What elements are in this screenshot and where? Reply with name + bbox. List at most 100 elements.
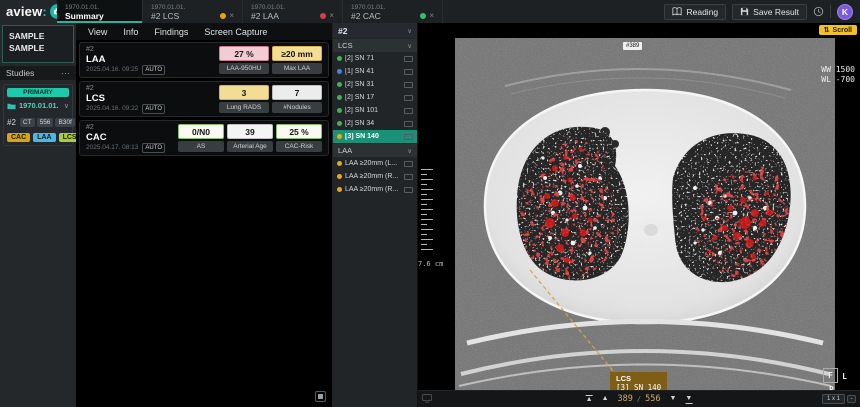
cac-card[interactable]: #2 CAC 2025.04.17. 08:13 AUTO 0/N0 AS 39… xyxy=(79,120,329,156)
ct-viewer[interactable]: #389 ⇅ Scroll WW 1500 WL -700 7.6 cm LCS… xyxy=(418,23,860,407)
close-icon[interactable]: × xyxy=(329,12,334,20)
finding-item[interactable]: LAA ≥20mm (L... xyxy=(333,157,417,170)
scroll-mode-button[interactable]: ⇅ Scroll xyxy=(818,25,857,35)
tag-cac[interactable]: CAC xyxy=(7,133,31,142)
item-badge-icon xyxy=(404,120,413,127)
card-date: 2025.04.16. 09:25 xyxy=(86,66,139,73)
user-avatar[interactable]: K xyxy=(837,3,853,20)
book-icon xyxy=(672,7,683,16)
summary-menu: View Info Findings Screen Capture xyxy=(76,23,332,40)
laa-card[interactable]: #2 LAA 2025.04.16. 09:25 AUTO 27 % LAA-9… xyxy=(79,42,329,78)
slice-navigation: ▲ ▲ 389 / 556 ▼ ▼ xyxy=(585,394,693,404)
card-title: CAC xyxy=(86,131,107,143)
group-lcs[interactable]: LCS ∨ xyxy=(333,39,417,52)
save-icon xyxy=(741,7,749,16)
tab-cac[interactable]: 1970.01.01. #2 CAC × xyxy=(343,0,443,23)
slice-count-badge: 556 xyxy=(36,118,54,127)
finding-item[interactable]: [2] SN 34 xyxy=(333,117,417,130)
save-result-button[interactable]: Save Result xyxy=(732,3,807,20)
grid-layout-dropdown[interactable]: - xyxy=(847,395,856,403)
nodule-dot xyxy=(337,82,342,87)
item-badge-icon xyxy=(404,68,413,75)
item-badge-icon xyxy=(404,55,413,62)
metric-label: AS xyxy=(178,141,224,152)
grid-layout-button[interactable]: 1 x 1 xyxy=(821,394,845,404)
display-icon[interactable] xyxy=(422,390,432,407)
nodule-dot xyxy=(337,56,342,61)
card-date: 2025.04.16. 09:22 xyxy=(86,105,139,112)
finding-item[interactable]: LAA ≥20mm (R... xyxy=(333,183,417,196)
topbar-actions: Reading Save Result K xyxy=(664,0,860,23)
card-title: LCS xyxy=(86,92,105,104)
history-icon[interactable] xyxy=(813,6,824,17)
app-logo: aview: xyxy=(0,0,65,23)
finding-item[interactable]: [2] SN 101 xyxy=(333,104,417,117)
ct-axial-image[interactable] xyxy=(455,38,835,390)
finding-item[interactable]: [2] SN 71 xyxy=(333,52,417,65)
metric-label: Max LAA xyxy=(272,63,322,74)
window-level-readout: WW 1500 WL -700 xyxy=(821,65,855,85)
tab-lcs[interactable]: 1970.01.01. #2 LCS × xyxy=(143,0,243,23)
lcs-card[interactable]: #2 LCS 2025.04.16. 09:22 AUTO 3 Lung RAD… xyxy=(79,81,329,117)
status-dot xyxy=(320,13,327,19)
finding-item[interactable]: [2] SN 17 xyxy=(333,91,417,104)
finding-item[interactable]: [1] SN 41 xyxy=(333,65,417,78)
reading-button[interactable]: Reading xyxy=(664,3,727,20)
chevron-down-icon: ∨ xyxy=(407,27,412,35)
metric-value: 25 % xyxy=(276,124,322,139)
metric-label: Arterial Age xyxy=(227,141,273,152)
orientation-front: F xyxy=(828,371,833,380)
divider xyxy=(830,5,831,18)
close-icon[interactable]: × xyxy=(429,12,434,20)
last-slice-button[interactable]: ▼ xyxy=(685,395,693,404)
chevron-down-icon: ∨ xyxy=(407,42,412,50)
window-width: WW 1500 xyxy=(821,65,855,74)
card-series: #2 xyxy=(86,123,94,131)
item-badge-icon xyxy=(404,173,413,180)
study-row[interactable]: 1970.01.01. ∨ xyxy=(7,101,69,110)
first-slice-button[interactable]: ▲ xyxy=(585,394,593,404)
next-slice-button[interactable]: ▼ xyxy=(669,395,676,403)
series-row[interactable]: #2 CT 556 B30f xyxy=(7,118,75,127)
nodule-dot xyxy=(337,121,342,126)
result-cards: #2 LAA 2025.04.16. 09:25 AUTO 27 % LAA-9… xyxy=(76,40,332,161)
series-selector[interactable]: #2 ∨ xyxy=(333,23,417,38)
tab-laa[interactable]: 1970.01.01. #2 LAA × xyxy=(243,0,343,23)
nodule-dot xyxy=(337,134,342,139)
item-badge-icon xyxy=(404,81,413,88)
laa-dot xyxy=(337,187,342,192)
menu-screen-capture[interactable]: Screen Capture xyxy=(204,27,267,37)
scale-ruler xyxy=(421,169,433,254)
tab-summary[interactable]: 1970.01.01. Summary xyxy=(57,0,143,23)
finding-item[interactable]: LAA ≥20mm (R... xyxy=(333,170,417,183)
studies-header: Studies ⋯ xyxy=(0,66,76,80)
metric: 7 #Nodules xyxy=(272,85,322,113)
total-slices: 556 xyxy=(645,394,661,404)
card-series: #2 xyxy=(86,84,94,92)
item-badge-icon xyxy=(404,186,413,193)
item-badge-icon xyxy=(404,94,413,101)
card-date: 2025.04.17. 08:13 xyxy=(86,144,139,151)
chevron-down-icon: ∨ xyxy=(407,147,412,155)
menu-findings[interactable]: Findings xyxy=(154,27,188,37)
top-bar: aview: 1970.01.01. Summary 1970.01.01. #… xyxy=(0,0,860,23)
finding-item-selected[interactable]: [3] SN 140 xyxy=(333,130,417,143)
close-icon[interactable]: × xyxy=(229,12,234,20)
chevron-down-icon[interactable]: ∨ xyxy=(64,102,69,110)
item-badge-icon xyxy=(404,133,413,140)
finding-item[interactable]: [2] SN 31 xyxy=(333,78,417,91)
studies-menu-icon[interactable]: ⋯ xyxy=(61,68,70,79)
group-laa[interactable]: LAA ∨ xyxy=(333,144,417,157)
auto-badge: AUTO xyxy=(142,142,165,153)
findings-panel: #2 ∨ LCS ∨ [2] SN 71 [1] SN 41 [2] SN 31… xyxy=(333,23,418,407)
tag-laa[interactable]: LAA xyxy=(33,133,56,142)
metric-value: 7 xyxy=(272,85,322,100)
menu-view[interactable]: View xyxy=(88,27,107,37)
auto-badge: AUTO xyxy=(142,64,165,75)
menu-info[interactable]: Info xyxy=(123,27,138,37)
metric-label: CAC-Risk xyxy=(276,141,322,152)
auto-badge: AUTO xyxy=(142,103,165,114)
previous-slice-button[interactable]: ▲ xyxy=(602,395,609,403)
slice-counter: 389 / 556 xyxy=(617,394,661,404)
panel-layout-icon[interactable] xyxy=(315,391,326,402)
